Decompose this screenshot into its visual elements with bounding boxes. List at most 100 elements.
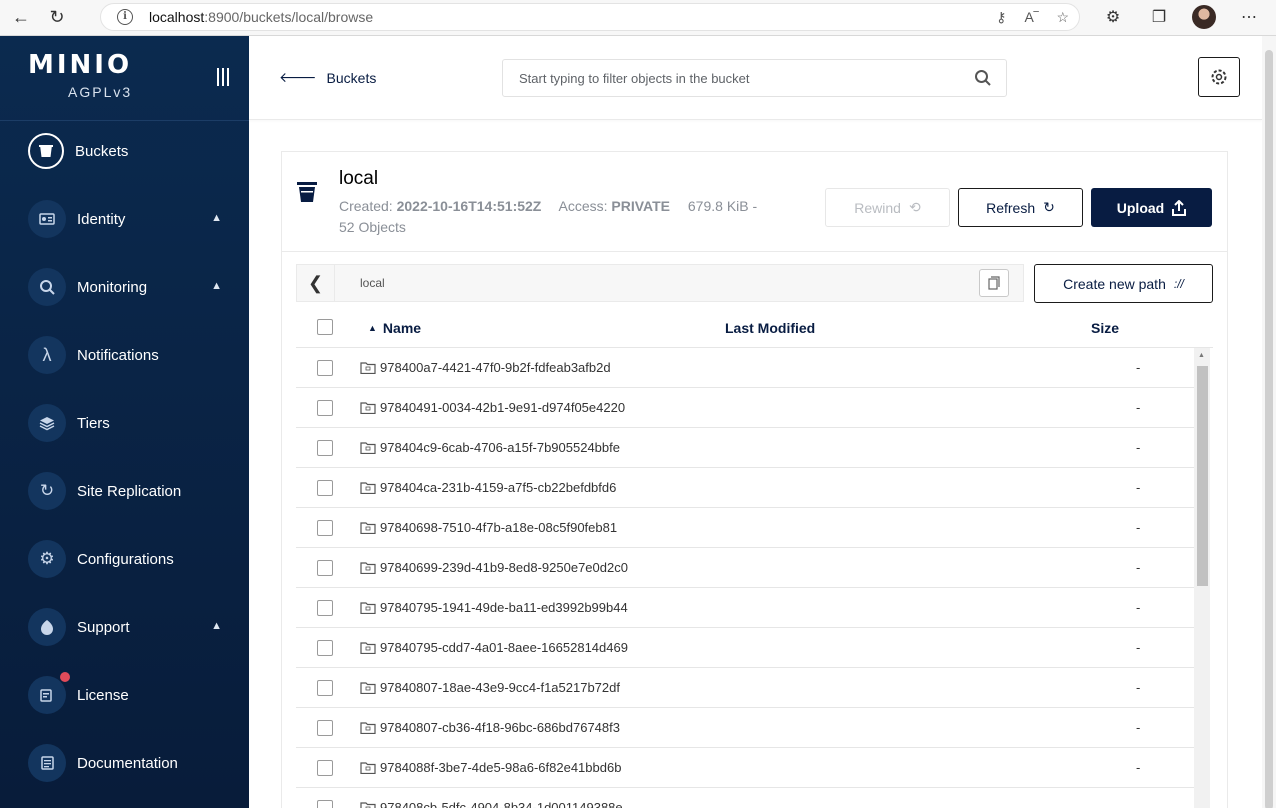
object-filter-search[interactable] [502, 59, 1007, 97]
row-checkbox[interactable] [317, 480, 333, 496]
search-input[interactable] [519, 70, 959, 86]
collections-icon[interactable]: ❐ [1146, 4, 1172, 30]
more-menu-icon[interactable]: ⋯ [1236, 4, 1262, 30]
table-row[interactable]: 9784088f-3be7-4de5-98a6-6f82e41bbd6b - [296, 748, 1194, 788]
history-icon: ⟲ [908, 199, 921, 215]
object-name[interactable]: 978404ca-231b-4159-a7f5-cb22befdbfd6 [380, 480, 616, 495]
back-link-label: Buckets [326, 69, 377, 86]
copy-path-button[interactable] [979, 269, 1009, 297]
breadcrumb[interactable]: local [360, 276, 385, 290]
table-row[interactable]: 97840795-cdd7-4a01-8aee-16652814d469 - [296, 628, 1194, 668]
row-checkbox[interactable] [317, 440, 333, 456]
license-icon [28, 672, 70, 714]
table-row[interactable]: 97840807-cb36-4f18-96bc-686bd76748f3 - [296, 708, 1194, 748]
create-new-path-button[interactable]: Create new path :// [1034, 264, 1213, 303]
row-checkbox[interactable] [317, 520, 333, 536]
logo-edition: AGPLv3 [68, 84, 133, 100]
object-name[interactable]: 9784088f-3be7-4de5-98a6-6f82e41bbd6b [380, 760, 621, 775]
table-row[interactable]: 97840699-239d-41b9-8ed8-9250e7e0d2c0 - [296, 548, 1194, 588]
row-checkbox[interactable] [317, 720, 333, 736]
row-checkbox[interactable] [317, 680, 333, 696]
page-scrollbar[interactable] [1262, 36, 1276, 808]
gear-icon [1211, 69, 1227, 85]
search-icon[interactable] [974, 69, 992, 87]
sidebar-item-license[interactable]: License [28, 672, 238, 715]
profile-avatar[interactable] [1192, 5, 1216, 29]
read-aloud-icon[interactable]: A‾ [1024, 9, 1038, 26]
scrollbar-thumb[interactable] [1197, 366, 1208, 586]
select-all-checkbox[interactable] [317, 319, 333, 335]
site-info-icon[interactable]: i [117, 9, 133, 25]
object-name[interactable]: 978404c9-6cab-4706-a15f-7b905524bbfe [380, 440, 620, 455]
collapse-sidebar-icon[interactable] [217, 68, 233, 88]
object-size: - [1136, 640, 1141, 655]
sidebar-item-site-replication[interactable]: ↻ Site Replication [28, 471, 238, 511]
rewind-button[interactable]: Rewind ⟲ [825, 188, 950, 227]
folder-icon [360, 562, 376, 574]
column-header-size[interactable]: Size [1091, 320, 1119, 336]
chevron-up-icon: ▲ [211, 212, 222, 224]
column-header-last-modified[interactable]: Last Modified [725, 320, 815, 336]
folder-icon [360, 642, 376, 654]
sidebar-item-identity[interactable]: Identity ▲ [28, 199, 238, 239]
object-name[interactable]: 978400a7-4421-47f0-9b2f-fdfeab3afb2d [380, 360, 611, 375]
object-name[interactable]: 97840699-239d-41b9-8ed8-9250e7e0d2c0 [380, 560, 628, 575]
sidebar-item-buckets[interactable]: Buckets [28, 131, 238, 171]
minio-logo: MINIO AGPLv3 [28, 50, 132, 100]
list-scrollbar[interactable]: ▲ [1194, 348, 1210, 808]
column-header-name[interactable]: ▲ Name [368, 320, 421, 336]
table-row[interactable]: 978408cb-5dfc-4904-8b34-1d001149388e [296, 788, 1194, 808]
sidebar-item-label: Configurations [77, 550, 174, 568]
page-header: 🡐 Buckets [249, 36, 1262, 120]
row-checkbox[interactable] [317, 360, 333, 376]
upload-label: Upload [1116, 199, 1165, 216]
key-icon[interactable]: ⚷ [996, 9, 1006, 26]
object-name[interactable]: 97840807-cb36-4f18-96bc-686bd76748f3 [380, 720, 620, 735]
address-bar[interactable]: i localhost:8900/buckets/local/browse ⚷ … [100, 3, 1080, 31]
upload-button[interactable]: Upload [1091, 188, 1212, 227]
table-row[interactable]: 97840491-0034-42b1-9e91-d974f05e4220 - [296, 388, 1194, 428]
page-scrollbar-thumb[interactable] [1265, 50, 1273, 808]
row-checkbox[interactable] [317, 400, 333, 416]
chevron-left-icon[interactable]: ❮ [297, 265, 335, 301]
url-text[interactable]: localhost:8900/buckets/local/browse [149, 9, 373, 25]
row-checkbox[interactable] [317, 760, 333, 776]
refresh-icon: ↻ [1043, 199, 1055, 215]
object-name[interactable]: 97840795-cdd7-4a01-8aee-16652814d469 [380, 640, 628, 655]
table-row[interactable]: 978404c9-6cab-4706-a15f-7b905524bbfe - [296, 428, 1194, 468]
object-name[interactable]: 97840698-7510-4f7b-a18e-08c5f90feb81 [380, 520, 617, 535]
extensions-icon[interactable]: ⚙ [1100, 4, 1126, 30]
sidebar-item-configurations[interactable]: ⚙ Configurations [28, 539, 238, 579]
favorite-star-icon[interactable]: ☆ [1056, 9, 1069, 26]
object-name[interactable]: 97840807-18ae-43e9-9cc4-f1a5217b72df [380, 680, 620, 695]
identity-icon [28, 200, 66, 238]
row-checkbox[interactable] [317, 800, 333, 808]
object-list: 978400a7-4421-47f0-9b2f-fdfeab3afb2d - 9… [296, 348, 1194, 808]
refresh-button[interactable]: Refresh ↻ [958, 188, 1083, 227]
table-row[interactable]: 978404ca-231b-4159-a7f5-cb22befdbfd6 - [296, 468, 1194, 508]
back-to-buckets-link[interactable]: 🡐 Buckets [279, 69, 376, 86]
object-name[interactable]: 978408cb-5dfc-4904-8b34-1d001149388e [380, 800, 623, 808]
sidebar-item-documentation[interactable]: Documentation [28, 743, 238, 783]
object-name[interactable]: 97840795-1941-49de-ba11-ed3992b99b44 [380, 600, 628, 615]
row-checkbox[interactable] [317, 640, 333, 656]
sidebar-item-tiers[interactable]: Tiers [28, 403, 238, 443]
sidebar-item-support[interactable]: Support ▲ [28, 607, 238, 647]
table-row[interactable]: 97840698-7510-4f7b-a18e-08c5f90feb81 - [296, 508, 1194, 548]
back-arrow-icon[interactable]: ← [6, 3, 36, 33]
object-name[interactable]: 97840491-0034-42b1-9e91-d974f05e4220 [380, 400, 625, 415]
sidebar-item-notifications[interactable]: λ Notifications [28, 335, 238, 375]
scroll-up-arrow-icon[interactable]: ▲ [1198, 352, 1205, 359]
table-row[interactable]: 978400a7-4421-47f0-9b2f-fdfeab3afb2d - [296, 348, 1194, 388]
row-checkbox[interactable] [317, 560, 333, 576]
refresh-label: Refresh [986, 199, 1036, 216]
sidebar: MINIO AGPLv3 Buckets Identity ▲ Monitori… [0, 36, 249, 808]
object-size: - [1136, 440, 1141, 455]
sidebar-item-monitoring[interactable]: Monitoring ▲ [28, 267, 238, 307]
row-checkbox[interactable] [317, 600, 333, 616]
reload-icon[interactable]: ↻ [42, 3, 72, 33]
settings-button[interactable] [1198, 57, 1240, 97]
table-row[interactable]: 97840807-18ae-43e9-9cc4-f1a5217b72df - [296, 668, 1194, 708]
table-row[interactable]: 97840795-1941-49de-ba11-ed3992b99b44 - [296, 588, 1194, 628]
sidebar-item-label: License [77, 686, 129, 704]
